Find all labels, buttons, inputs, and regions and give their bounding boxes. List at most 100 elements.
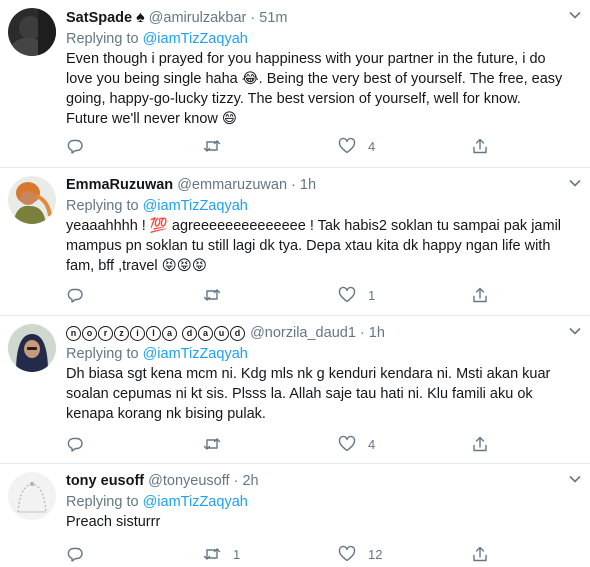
share-icon: [473, 436, 487, 452]
share-icon: [473, 138, 487, 154]
tweet-text-line: yeaaahhhh ! 💯 agreeeeeeeeeeeeee ! Tak ha…: [66, 218, 562, 234]
avatar[interactable]: [8, 8, 56, 56]
tweet-actions: 1: [66, 285, 526, 305]
reply-icon: [67, 288, 83, 303]
replying-to: Replying to @iamTizZaqyah: [66, 344, 580, 364]
handle[interactable]: @tonyeusoff: [148, 473, 229, 489]
retweet-button[interactable]: 1: [203, 544, 240, 564]
tweet-text: yeaaahhhh ! 💯 agreeeeeeeeeeeeee ! Tak ha…: [66, 216, 580, 276]
tweet[interactable]: EmmaRuzuwan @emmaruzuwan · 1h Replying t…: [0, 168, 590, 316]
tweet-header: EmmaRuzuwan @emmaruzuwan · 1h: [66, 176, 580, 195]
share-icon: [473, 546, 487, 562]
chevron-down-icon[interactable]: [568, 176, 582, 190]
tweet-text-line: fam, bff ,travel 😝😝😝: [66, 258, 207, 274]
retweet-icon: [203, 289, 221, 301]
display-name[interactable]: tony eusoff: [66, 473, 144, 489]
replying-prefix: Replying to: [66, 346, 139, 362]
avatar[interactable]: [8, 472, 56, 520]
display-name[interactable]: SatSpade: [66, 10, 132, 26]
spade-icon: ♠: [136, 9, 145, 26]
separator-dot: ·: [359, 325, 365, 341]
handle[interactable]: @emmaruzuwan: [177, 177, 287, 193]
tweet-text: Even though i prayed for you happiness w…: [66, 49, 580, 129]
separator-dot: ·: [291, 177, 296, 193]
display-name[interactable]: norzila daud: [66, 325, 250, 341]
reply-button[interactable]: [66, 434, 96, 454]
replying-prefix: Replying to: [66, 31, 139, 47]
tweet-header: norzila daud @norzila_daud1 · 1h: [66, 324, 580, 343]
tweet-text-line: mampus pn soklan tu still lagi dk tya. D…: [66, 238, 551, 254]
replying-prefix: Replying to: [66, 494, 139, 510]
tweet-header: SatSpade ♠ @amirulzakbar · 51m: [66, 8, 580, 28]
avatar[interactable]: [8, 324, 56, 372]
tweet-text-line: Preach sisturrr: [66, 514, 161, 530]
chevron-down-icon[interactable]: [568, 8, 582, 22]
reply-feed: SatSpade ♠ @amirulzakbar · 51m Replying …: [0, 0, 590, 567]
handle[interactable]: @amirulzakbar: [149, 10, 247, 26]
timestamp[interactable]: 1h: [369, 325, 385, 341]
tweet[interactable]: norzila daud @norzila_daud1 · 1h Replyin…: [0, 316, 590, 464]
separator-dot: ·: [233, 473, 239, 489]
mention-link[interactable]: @iamTizZaqyah: [143, 346, 248, 362]
reply-icon: [67, 437, 83, 452]
retweet-count: 1: [233, 546, 241, 562]
heart-icon: [338, 137, 356, 154]
retweet-icon: [203, 438, 221, 450]
timestamp[interactable]: 2h: [242, 473, 258, 489]
tweet-text-line: Future we'll never know 😄: [66, 111, 238, 127]
reply-button[interactable]: [66, 285, 96, 305]
tweet[interactable]: tony eusoff @tonyeusoff · 2h Replying to…: [0, 464, 590, 567]
mention-link[interactable]: @iamTizZaqyah: [143, 31, 248, 47]
avatar[interactable]: [8, 176, 56, 224]
share-button[interactable]: [471, 434, 489, 454]
like-count: 1: [368, 287, 376, 303]
tweet-actions: 4: [66, 136, 526, 156]
like-count: 4: [368, 138, 376, 154]
tweet-text-line: soalan cepumas ni kt sis. Plsss la. Alla…: [66, 386, 533, 402]
heart-icon: [338, 435, 356, 452]
reply-icon: [67, 139, 83, 154]
timestamp[interactable]: 51m: [259, 10, 287, 26]
like-button[interactable]: 12: [338, 544, 382, 564]
like-button[interactable]: 4: [338, 434, 375, 454]
retweet-button[interactable]: [203, 285, 233, 305]
replying-to: Replying to @iamTizZaqyah: [66, 29, 580, 49]
replying-to: Replying to @iamTizZaqyah: [66, 196, 580, 216]
handle[interactable]: @norzila_daud1: [250, 325, 356, 341]
reply-button[interactable]: [66, 136, 96, 156]
like-button[interactable]: 1: [338, 285, 375, 305]
share-icon: [473, 287, 487, 303]
tweet-text-line: love you being single haha 😂. Being the …: [66, 71, 563, 87]
share-button[interactable]: [471, 544, 489, 564]
mention-link[interactable]: @iamTizZaqyah: [143, 494, 248, 510]
reply-button[interactable]: [66, 544, 96, 564]
share-button[interactable]: [471, 136, 489, 156]
like-button[interactable]: 4: [338, 136, 375, 156]
separator-dot: ·: [250, 10, 256, 26]
like-count: 12: [368, 546, 383, 562]
tweet-text: Preach sisturrr: [66, 512, 580, 532]
retweet-icon: [203, 140, 221, 152]
reply-icon: [67, 547, 83, 562]
retweet-button[interactable]: [203, 136, 233, 156]
tweet-actions: 4: [66, 434, 526, 454]
replying-prefix: Replying to: [66, 198, 139, 214]
timestamp[interactable]: 1h: [300, 177, 316, 193]
retweet-icon: [203, 548, 221, 560]
tweet-text-line: Even though i prayed for you happiness w…: [66, 51, 546, 67]
mention-link[interactable]: @iamTizZaqyah: [143, 198, 248, 214]
share-button[interactable]: [471, 285, 489, 305]
display-name[interactable]: EmmaRuzuwan: [66, 177, 173, 193]
like-count: 4: [368, 436, 376, 452]
tweet-actions: 1 12: [66, 544, 526, 564]
heart-icon: [338, 286, 356, 303]
heart-icon: [338, 545, 356, 562]
tweet[interactable]: SatSpade ♠ @amirulzakbar · 51m Replying …: [0, 0, 590, 168]
chevron-down-icon[interactable]: [568, 472, 582, 486]
chevron-down-icon[interactable]: [568, 324, 582, 338]
tweet-text-line: kenapa korang nk bising pulak.: [66, 406, 266, 422]
retweet-button[interactable]: [203, 434, 233, 454]
tweet-text: Dh biasa sgt kena mcm ni. Kdg mls nk g k…: [66, 364, 580, 424]
tweet-text-line: Dh biasa sgt kena mcm ni. Kdg mls nk g k…: [66, 366, 551, 382]
tweet-text-line: going, happy-go-lucky tizzy. The best ve…: [66, 91, 521, 107]
